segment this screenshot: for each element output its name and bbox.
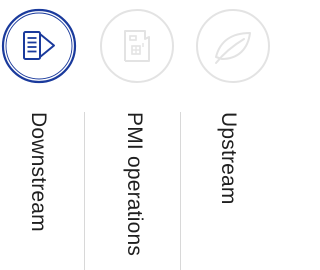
tab-upstream[interactable]: Upstream	[194, 0, 286, 270]
divider	[84, 112, 85, 270]
divider	[180, 112, 181, 270]
tab-pmi-operations[interactable]: PMI operations	[98, 0, 190, 270]
factory-icon	[98, 7, 176, 85]
fuel-pump-icon	[0, 7, 78, 85]
tab-label: PMI operations	[123, 112, 146, 257]
tab-downstream[interactable]: Downstream	[0, 0, 92, 270]
tab-label: Downstream	[27, 112, 50, 232]
leaf-icon	[194, 7, 272, 85]
tab-label: Upstream	[217, 112, 240, 205]
